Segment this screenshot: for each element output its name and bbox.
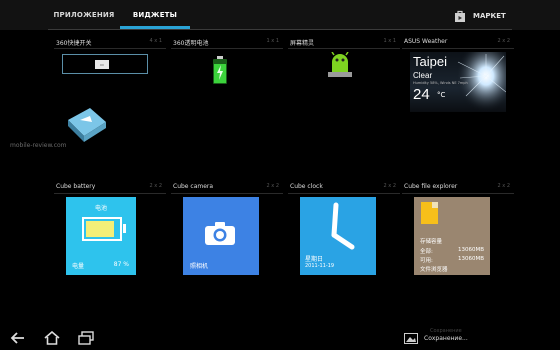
camera-preview: 照相机 <box>183 197 259 275</box>
saving-notification[interactable]: Сохранение Сохранение... <box>404 328 468 348</box>
camera-icon <box>205 222 235 245</box>
clock-weekday: 星期日 <box>305 256 324 263</box>
camera-label: 照相机 <box>190 263 209 270</box>
storage-free-value: 13060MB <box>458 256 485 262</box>
top-tab-bar: ПРИЛОЖЕНИЯ ВИДЖЕТЫ МАРКЕТ <box>0 0 560 30</box>
battery-percent: 87 % <box>113 261 129 268</box>
green-battery-icon <box>213 56 227 84</box>
widget-title: Cube clock <box>290 183 323 190</box>
widget-cell-cube-clock[interactable]: Cube clock 2 x 2 星期日 2011-11-19 <box>288 183 400 313</box>
widget-size: 4 x 1 <box>149 38 163 44</box>
clock-preview: 星期日 2011-11-19 <box>300 197 376 275</box>
weather-unit: °C <box>437 91 446 99</box>
home-icon[interactable] <box>44 331 60 345</box>
widget-cell-cube-camera[interactable]: Cube camera 2 x 2 照相机 <box>171 183 283 313</box>
storage-title: 存储容量 <box>420 239 443 245</box>
weather-preview: Taipei Clear Humidity 58%, Winds NE 7mph… <box>410 52 506 112</box>
widget-divider <box>288 48 400 49</box>
widget-title: 屏幕精灵 <box>290 40 315 47</box>
battery-icon <box>82 217 122 241</box>
widget-title: ASUS Weather <box>404 38 448 45</box>
battery-title: 电池 <box>95 205 108 212</box>
saving-ghost-text: Сохранение <box>430 328 462 334</box>
back-arrow-icon[interactable] <box>10 332 26 344</box>
tab-apps[interactable]: ПРИЛОЖЕНИЯ <box>48 0 120 30</box>
widget-size: 1 x 1 <box>266 38 280 44</box>
widget-cell-screen-sprite[interactable]: 屏幕精灵 1 x 1 <box>288 38 400 168</box>
widget-cell-asus-weather[interactable]: ASUS Weather 2 x 2 Taipei Clear Humidity… <box>402 38 514 168</box>
widget-divider <box>288 193 400 194</box>
widget-divider <box>54 48 166 49</box>
weather-condition: Clear <box>413 71 433 80</box>
navigation-bar <box>0 326 560 350</box>
battery-level-fill <box>86 221 114 237</box>
weather-temperature: 24 <box>413 86 430 103</box>
widget-title: Cube camera <box>173 183 214 190</box>
picture-icon <box>404 332 418 344</box>
widget-size: 2 x 2 <box>383 183 397 189</box>
widget-title: Cube battery <box>56 183 96 190</box>
market-label: МАРКЕТ <box>473 12 506 20</box>
widget-size: 2 x 2 <box>497 38 511 44</box>
battery-preview: 电池 电量 87 % <box>66 197 136 275</box>
widget-cell-quick-switch[interactable]: 360快捷开关 4 x 1 ▭ mobile-review.com <box>10 38 166 168</box>
file-browser-label: 文件浏览器 <box>420 267 448 273</box>
widget-divider <box>171 48 283 49</box>
weather-detail: Humidity 58%, Winds NE 7mph <box>413 81 468 85</box>
file-explorer-preview: 存储容量 全部: 13060MB 可用: 13060MB 文件浏览器 <box>414 197 490 275</box>
watermark-logo-icon <box>68 108 106 142</box>
android-robot-icon <box>328 52 352 77</box>
widget-title: 360快捷开关 <box>56 40 92 47</box>
storage-total-label: 全部: <box>420 249 433 255</box>
clock-date: 2011-11-19 <box>305 263 335 269</box>
widget-cell-transparent-battery[interactable]: 360透明电池 1 x 1 <box>171 38 283 168</box>
widget-divider <box>54 193 166 194</box>
widget-divider <box>171 193 283 194</box>
widget-size: 2 x 2 <box>497 183 511 189</box>
widget-cell-cube-file-explorer[interactable]: Cube file explorer 2 x 2 存储容量 全部: 13060M… <box>402 183 514 313</box>
quick-switch-preview: ▭ <box>62 54 148 74</box>
widget-divider <box>402 193 514 194</box>
tab-divider <box>48 29 512 30</box>
watermark-text: mobile-review.com <box>10 142 67 149</box>
widget-title: Cube file explorer <box>404 183 458 190</box>
storage-total-value: 13060MB <box>458 247 485 253</box>
widget-cell-cube-battery[interactable]: Cube battery 2 x 2 电池 电量 87 % <box>54 183 166 313</box>
recent-apps-icon[interactable] <box>78 331 94 345</box>
storage-free-label: 可用: <box>420 258 433 264</box>
clock-hands-icon <box>331 202 355 250</box>
widget-title: 360透明电池 <box>173 40 209 47</box>
weather-city: Taipei <box>413 54 447 69</box>
market-button[interactable]: МАРКЕТ <box>454 6 506 26</box>
widget-divider <box>402 48 514 49</box>
saving-text: Сохранение... <box>424 334 468 342</box>
market-bag-icon <box>455 10 465 22</box>
widget-size: 2 x 2 <box>266 183 280 189</box>
switch-chip-icon: ▭ <box>95 60 109 69</box>
battery-label: 电量 <box>72 263 85 270</box>
widget-size: 2 x 2 <box>149 183 163 189</box>
folder-corner <box>432 202 438 208</box>
battery-terminal <box>123 224 126 233</box>
widget-size: 1 x 1 <box>383 38 397 44</box>
